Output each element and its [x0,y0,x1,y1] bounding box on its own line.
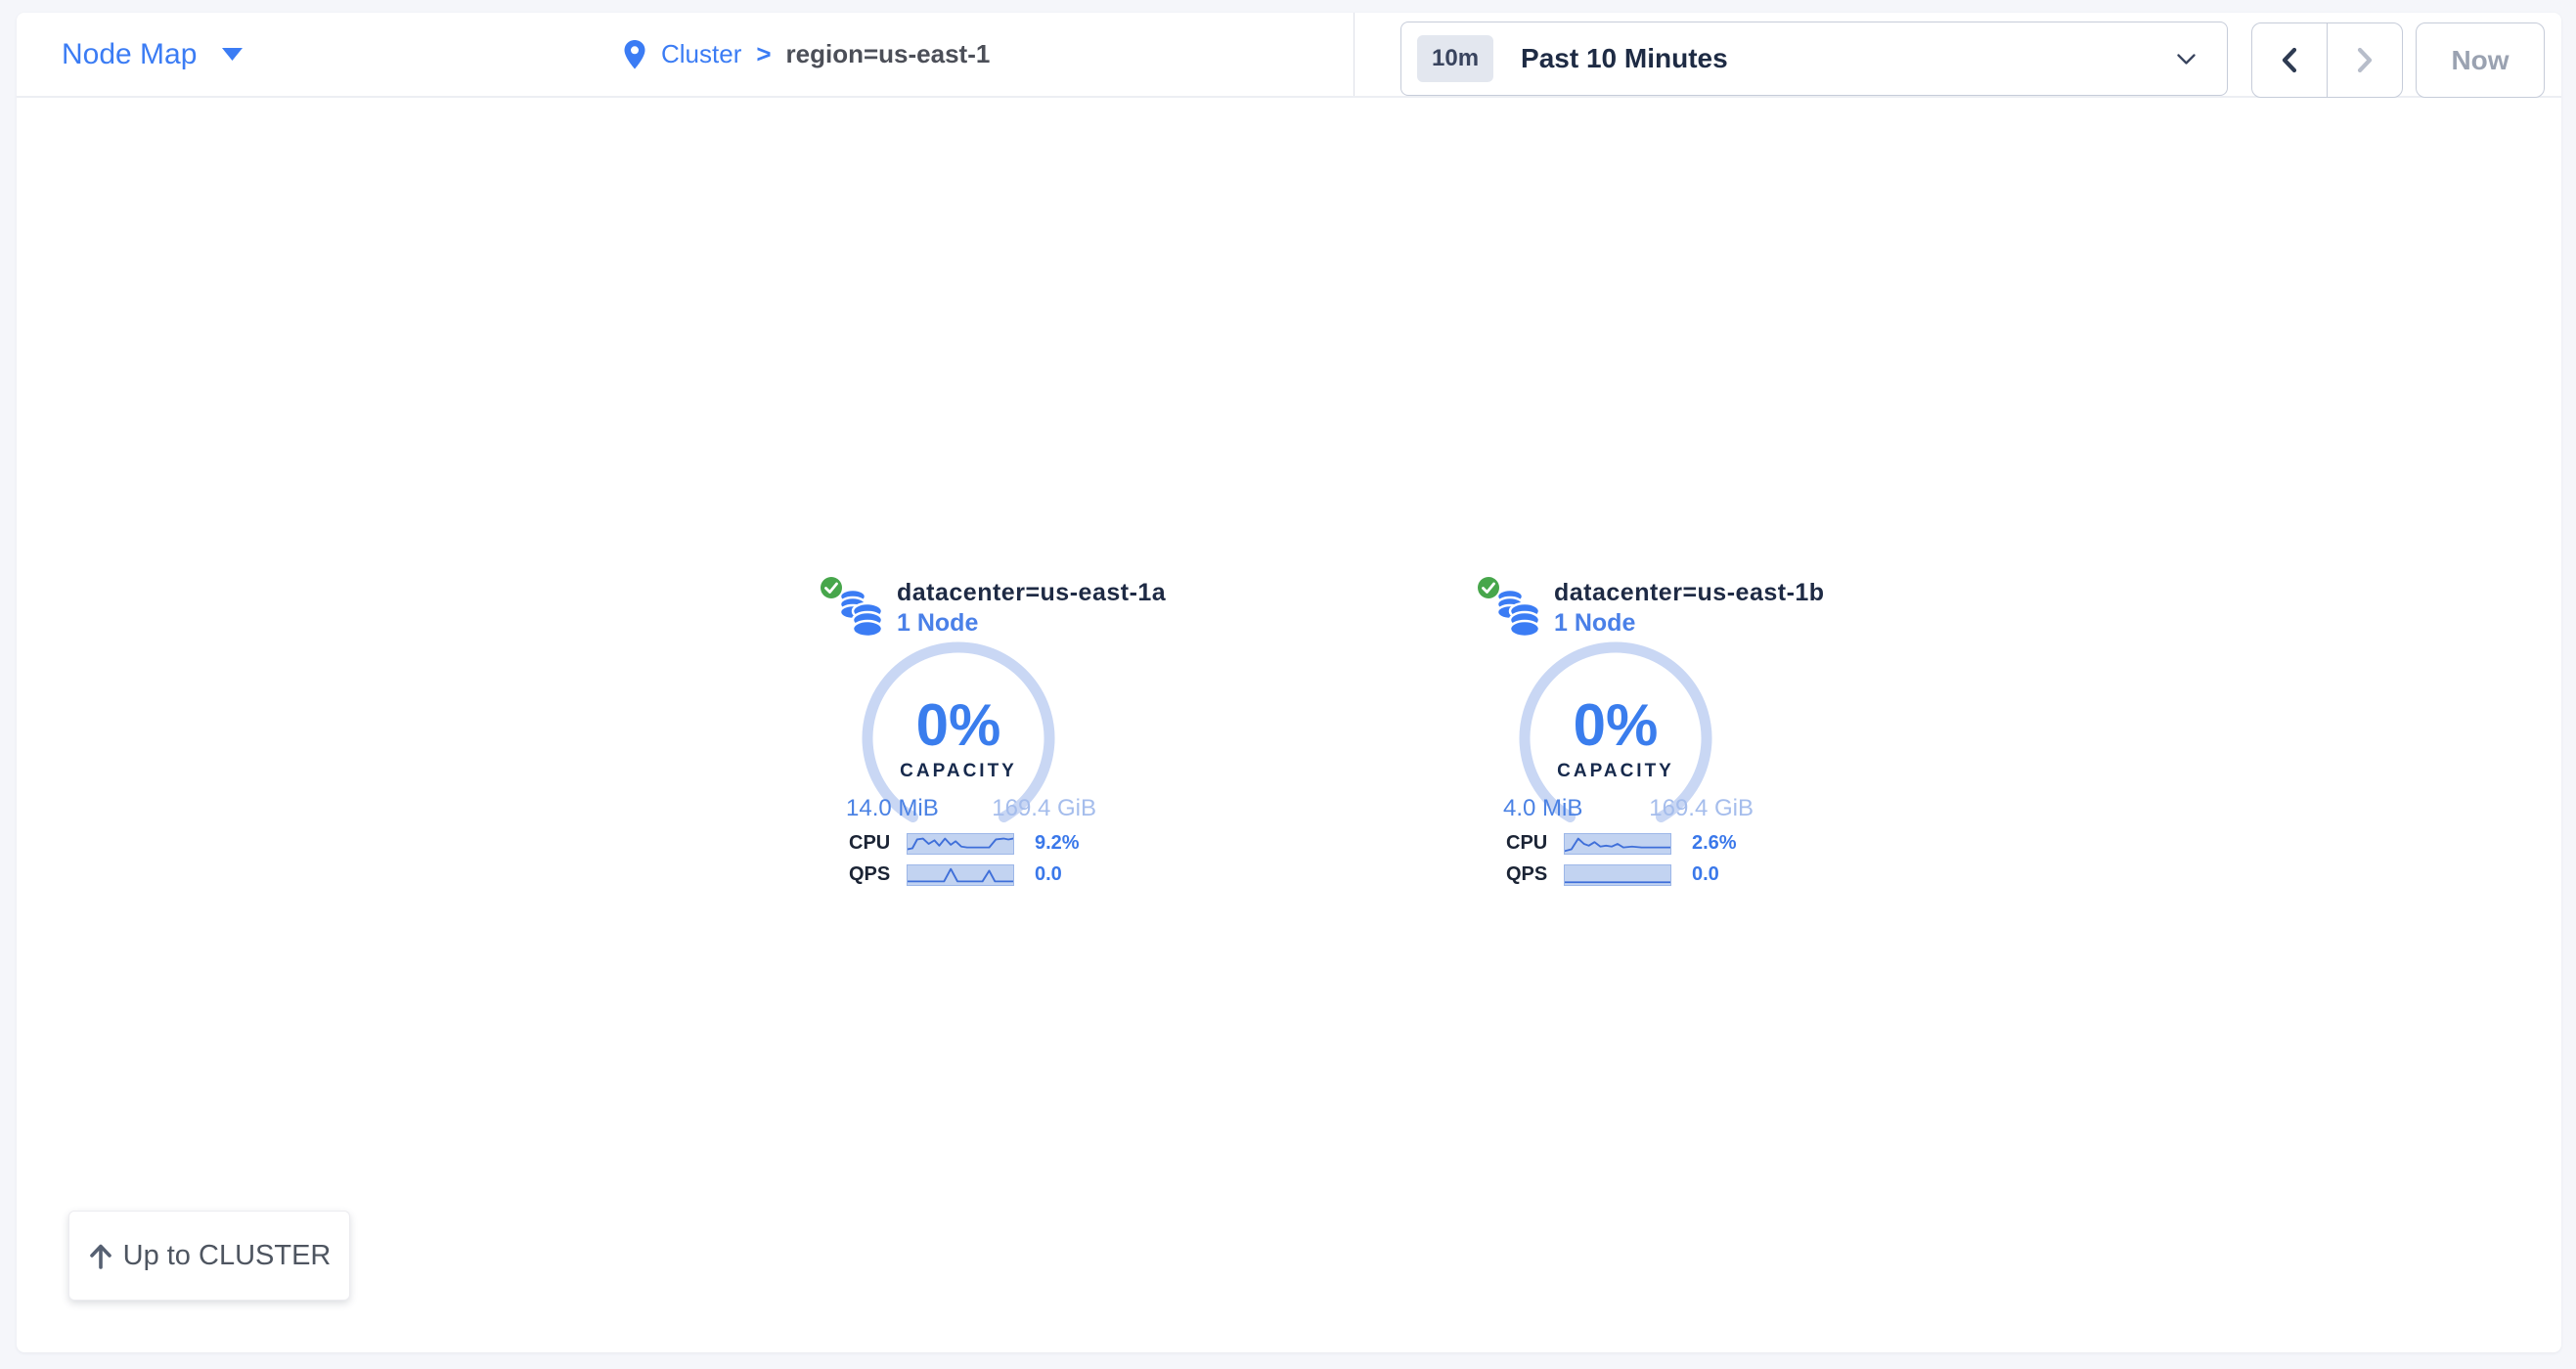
locality-name: datacenter=us-east-1b [1554,577,1825,608]
location-pin-icon [623,39,646,70]
qps-sparkline [907,864,1014,886]
cpu-value: 9.2% [1035,832,1080,855]
qps-value: 0.0 [1035,863,1062,886]
database-icon [838,585,885,640]
header-bar: Node Map Cluster > region=us-east-1 10m … [17,13,2561,98]
caret-down-icon [222,48,243,61]
capacity-values: 14.0 MiB 169.4 GiB [846,795,1096,822]
chevron-right-icon [2356,47,2374,73]
time-window-label: Past 10 Minutes [1521,43,1728,74]
locality-node-count: 1 Node [897,608,1166,639]
capacity-percent: 0% [1518,695,1713,756]
qps-sparkline [1564,864,1671,886]
cpu-sparkline [907,833,1014,855]
qps-label: QPS [849,863,907,886]
locality-node-count: 1 Node [1554,608,1825,639]
locality-card-us-east-1a[interactable]: datacenter=us-east-1a 1 Node 0% CAPACITY… [820,575,1172,898]
cpu-sparkline [1564,833,1671,855]
cpu-metric-row: CPU 2.6% [1506,832,1737,855]
header-divider [1354,13,1355,96]
view-selector-dropdown[interactable]: Node Map [62,13,243,96]
breadcrumb-separator: > [756,39,771,69]
capacity-used: 4.0 MiB [1503,795,1582,822]
cpu-metric-row: CPU 9.2% [849,832,1080,855]
capacity-values: 4.0 MiB 169.4 GiB [1503,795,1754,822]
capacity-label: CAPACITY [1518,761,1713,782]
database-icon [1495,585,1542,640]
node-map-panel: Node Map Cluster > region=us-east-1 10m … [17,13,2561,1352]
cpu-label: CPU [849,832,907,855]
time-window-dropdown[interactable]: 10m Past 10 Minutes [1400,22,2228,96]
health-check-icon [1477,576,1500,599]
capacity-total: 169.4 GiB [1649,795,1754,822]
locality-name: datacenter=us-east-1a [897,577,1166,608]
qps-value: 0.0 [1692,863,1719,886]
cpu-label: CPU [1506,832,1564,855]
now-button[interactable]: Now [2416,22,2545,98]
locality-card-us-east-1b[interactable]: datacenter=us-east-1b 1 Node 0% CAPACITY… [1477,575,1829,898]
capacity-percent: 0% [861,695,1056,756]
capacity-total: 169.4 GiB [992,795,1096,822]
map-area: datacenter=us-east-1a 1 Node 0% CAPACITY… [17,98,2561,1350]
breadcrumb-current: region=us-east-1 [786,39,991,69]
breadcrumb: Cluster > region=us-east-1 [623,13,990,96]
prev-time-button[interactable] [2252,23,2327,97]
health-check-icon [820,576,843,599]
locality-header: datacenter=us-east-1a 1 Node [897,577,1166,639]
up-arrow-icon [88,1242,113,1269]
breadcrumb-cluster-link[interactable]: Cluster [661,39,741,69]
qps-metric-row: QPS 0.0 [849,863,1062,886]
up-to-cluster-label: Up to CLUSTER [123,1240,332,1272]
qps-metric-row: QPS 0.0 [1506,863,1719,886]
time-nav-group [2251,22,2403,98]
cpu-value: 2.6% [1692,832,1737,855]
next-time-button[interactable] [2327,23,2402,97]
capacity-used: 14.0 MiB [846,795,939,822]
up-to-cluster-button[interactable]: Up to CLUSTER [68,1211,350,1301]
view-selector-label: Node Map [62,38,197,71]
locality-header: datacenter=us-east-1b 1 Node [1554,577,1825,639]
qps-label: QPS [1506,863,1564,886]
capacity-label: CAPACITY [861,761,1056,782]
chevron-down-icon [2177,54,2196,66]
time-window-badge: 10m [1417,35,1493,82]
chevron-left-icon [2281,47,2298,73]
